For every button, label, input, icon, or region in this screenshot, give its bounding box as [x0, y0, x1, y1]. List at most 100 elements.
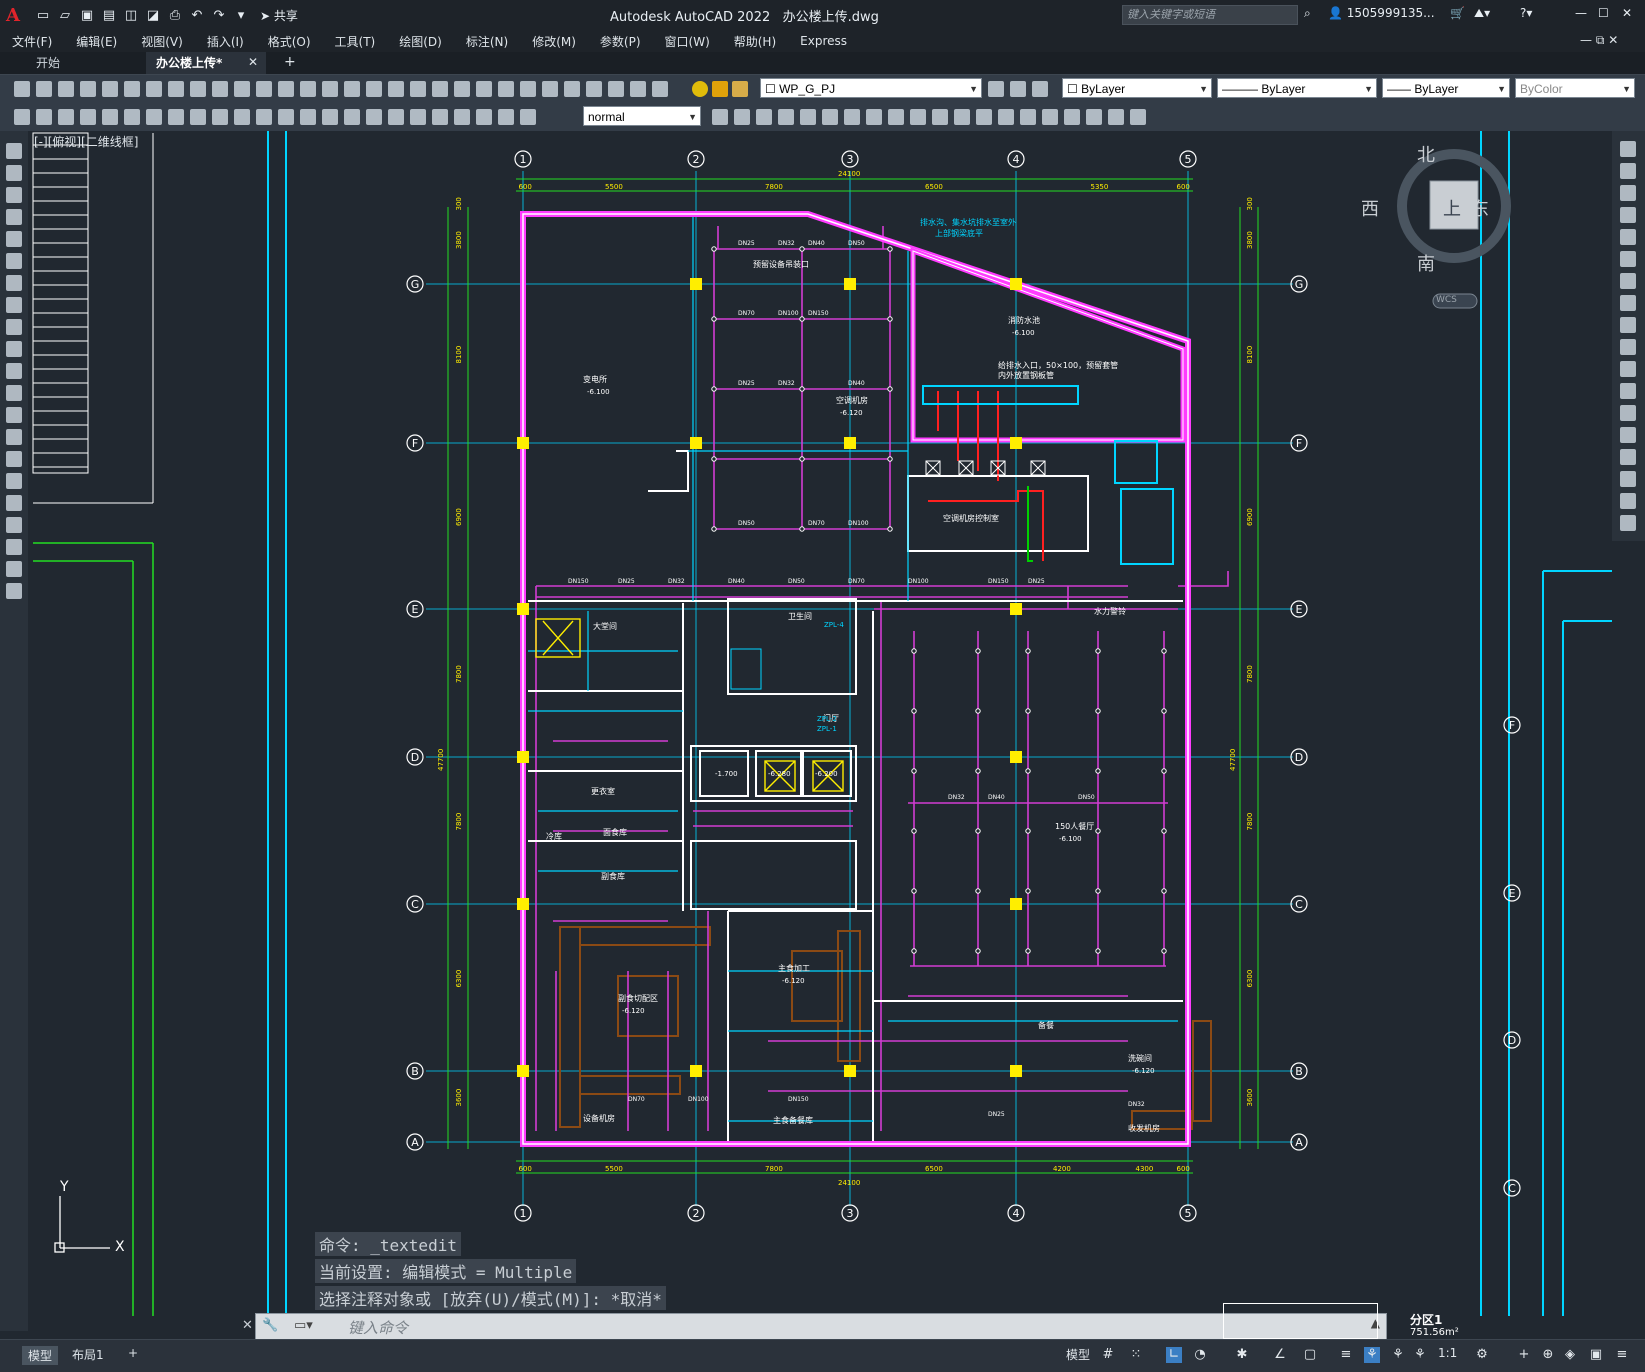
modify-tool-icon[interactable] [910, 109, 926, 125]
modify-tool-icon[interactable] [1042, 109, 1058, 125]
menu-help[interactable]: 帮助(H) [722, 33, 788, 50]
dimension-tool-icon[interactable] [520, 109, 536, 125]
viewport-label[interactable]: [-][俯视][二维线框] [34, 133, 138, 150]
dimension-tool-icon[interactable] [256, 109, 272, 125]
polar-icon[interactable]: ◔ [1192, 1347, 1208, 1363]
menu-edit[interactable]: 编辑(E) [64, 33, 129, 50]
standard-tool-icon[interactable] [168, 81, 184, 97]
modify-tool-icon[interactable] [1620, 405, 1636, 421]
dimension-tool-icon[interactable] [454, 109, 470, 125]
save-as-icon[interactable]: ▤ [100, 6, 118, 24]
draw-tool-icon[interactable] [6, 143, 22, 159]
viewcube-south[interactable]: 南 [1417, 250, 1435, 276]
draw-tool-icon[interactable] [6, 495, 22, 511]
modify-tool-icon[interactable] [1620, 449, 1636, 465]
customize-qat-icon[interactable]: ▾ [232, 6, 250, 24]
maximize-button[interactable]: ☐ [1598, 6, 1609, 20]
viewcube[interactable] [1397, 149, 1511, 309]
standard-tool-icon[interactable] [608, 81, 624, 97]
modify-tool-icon[interactable] [1620, 141, 1636, 157]
viewcube-west[interactable]: 西 [1361, 195, 1379, 221]
add-layout-icon[interactable]: + [128, 1346, 138, 1360]
standard-tool-icon[interactable] [652, 81, 668, 97]
standard-tool-icon[interactable] [586, 81, 602, 97]
modify-tool-icon[interactable] [712, 109, 728, 125]
autocad-logo[interactable]: A [0, 0, 26, 30]
draw-tool-icon[interactable] [6, 341, 22, 357]
modify-tool-icon[interactable] [1620, 295, 1636, 311]
search-input[interactable]: 键入关键字或短语 [1122, 5, 1298, 25]
annotation-scale-value[interactable]: 1:1 [1438, 1346, 1457, 1360]
modify-tool-icon[interactable] [756, 109, 772, 125]
save-icon[interactable]: ▣ [78, 6, 96, 24]
snap-icon[interactable]: ⁙ [1128, 1347, 1144, 1363]
layer-previous-icon[interactable] [1010, 81, 1026, 97]
dimension-tool-icon[interactable] [102, 109, 118, 125]
menu-parametric[interactable]: 参数(P) [588, 33, 653, 50]
modify-tool-icon[interactable] [866, 109, 882, 125]
modify-tool-icon[interactable] [1620, 427, 1636, 443]
dimstyle-dropdown[interactable]: normal ▼ [583, 106, 701, 126]
modify-tool-icon[interactable] [1620, 317, 1636, 333]
modify-tool-icon[interactable] [954, 109, 970, 125]
open-file-icon[interactable]: ▱ [56, 6, 74, 24]
standard-tool-icon[interactable] [300, 81, 316, 97]
dimension-tool-icon[interactable] [80, 109, 96, 125]
menu-modify[interactable]: 修改(M) [520, 33, 588, 50]
new-file-icon[interactable]: ▭ [34, 6, 52, 24]
tab-start[interactable]: 开始 [26, 52, 134, 74]
menu-insert[interactable]: 插入(I) [195, 33, 256, 50]
cart-icon[interactable]: 🛒 [1450, 6, 1465, 20]
search-icon[interactable]: ⌕ [1304, 6, 1311, 21]
customize-command-icon[interactable]: 🔧 [262, 1318, 278, 1333]
dimension-tool-icon[interactable] [388, 109, 404, 125]
modify-tool-icon[interactable] [1620, 361, 1636, 377]
command-line[interactable]: ✕ 🔧 ▭▾ 键入命令 ▲ [242, 1313, 1387, 1341]
close-command-icon[interactable]: ✕ [242, 1318, 253, 1333]
layer-dropdown[interactable]: ☐ WP_G_PJ ▼ [760, 78, 982, 98]
dimension-tool-icon[interactable] [278, 109, 294, 125]
draw-tool-icon[interactable] [6, 187, 22, 203]
viewcube-top[interactable]: 上 [1443, 195, 1461, 221]
dimension-tool-icon[interactable] [498, 109, 514, 125]
dimension-tool-icon[interactable] [344, 109, 360, 125]
standard-tool-icon[interactable] [542, 81, 558, 97]
modify-tool-icon[interactable] [734, 109, 750, 125]
layer-states-icon[interactable] [1032, 81, 1048, 97]
draw-tool-icon[interactable] [6, 429, 22, 445]
standard-tool-icon[interactable] [476, 81, 492, 97]
undo-icon[interactable]: ↶ [188, 6, 206, 24]
dimension-tool-icon[interactable] [124, 109, 140, 125]
draw-tool-icon[interactable] [6, 275, 22, 291]
standard-tool-icon[interactable] [278, 81, 294, 97]
standard-tool-icon[interactable] [124, 81, 140, 97]
make-current-layer-icon[interactable] [988, 81, 1004, 97]
color-dropdown[interactable]: ☐ ByLayer ▼ [1062, 78, 1212, 98]
standard-tool-icon[interactable] [58, 81, 74, 97]
dimension-tool-icon[interactable] [14, 109, 30, 125]
viewcube-east[interactable]: 东 [1471, 195, 1489, 221]
model-space-button[interactable]: 模型 [1066, 1346, 1090, 1363]
dimension-tool-icon[interactable] [366, 109, 382, 125]
standard-tool-icon[interactable] [520, 81, 536, 97]
isodraft-icon[interactable]: ✱ [1234, 1347, 1250, 1363]
modify-tool-icon[interactable] [1620, 273, 1636, 289]
modify-tool-icon[interactable] [1620, 207, 1636, 223]
draw-tool-icon[interactable] [6, 473, 22, 489]
standard-tool-icon[interactable] [388, 81, 404, 97]
layer-sun-icon[interactable] [712, 81, 728, 97]
draw-tool-icon[interactable] [6, 209, 22, 225]
menu-file[interactable]: 文件(F) [0, 33, 64, 50]
autoscale-icon[interactable]: ⚘ [1390, 1347, 1406, 1363]
dimension-tool-icon[interactable] [146, 109, 162, 125]
close-button[interactable]: ✕ [1622, 6, 1632, 20]
open-web-icon[interactable]: ◫ [122, 6, 140, 24]
standard-tool-icon[interactable] [630, 81, 646, 97]
modify-tool-icon[interactable] [1620, 471, 1636, 487]
modify-tool-icon[interactable] [976, 109, 992, 125]
dimension-tool-icon[interactable] [190, 109, 206, 125]
floor-plan-drawing[interactable]: F E D C 600 5500 7800 6500 5350 600 24100 600 5500 7… [28, 131, 1612, 1316]
draw-tool-icon[interactable] [6, 385, 22, 401]
help-icon[interactable]: ?▾ [1520, 6, 1532, 20]
dimension-tool-icon[interactable] [476, 109, 492, 125]
